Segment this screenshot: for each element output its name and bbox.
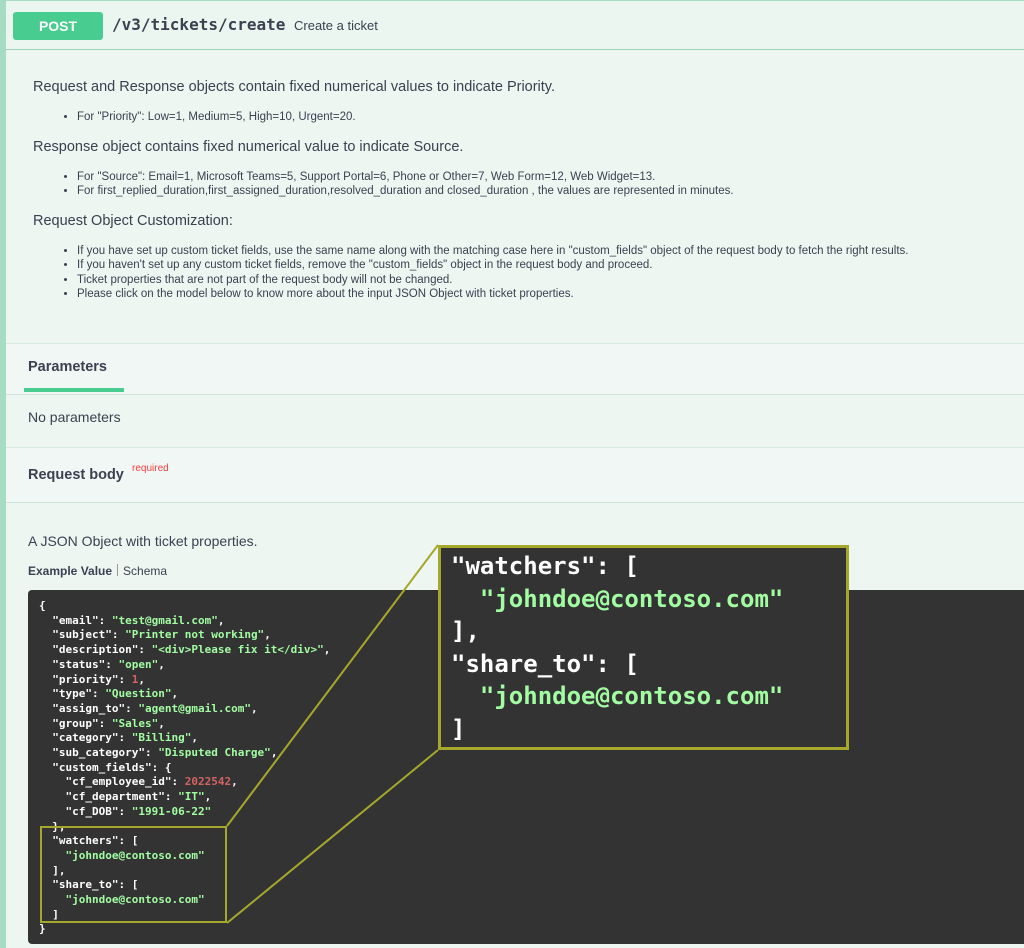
- example-schema-tabs: Example Value Schema: [28, 564, 167, 578]
- tab-schema[interactable]: Schema: [123, 564, 167, 578]
- endpoint-path[interactable]: /v3/tickets/create: [112, 15, 285, 34]
- zoom-code-line: ]: [451, 714, 466, 743]
- code-line: "type": "Question",: [52, 687, 179, 701]
- highlight-box: [40, 826, 227, 923]
- tab-parameters[interactable]: Parameters: [28, 359, 107, 375]
- description-bullet: Ticket properties that are not part of t…: [77, 273, 1023, 288]
- operation-description: Request and Response objects contain fix…: [33, 79, 1023, 316]
- code-line: "group": "Sales",: [52, 716, 165, 730]
- code-line: "description": "<div>Please fix it</div>…: [52, 643, 331, 657]
- http-method-badge[interactable]: POST: [13, 12, 103, 40]
- active-tab-indicator: [24, 388, 124, 392]
- tab-separator: [117, 564, 119, 576]
- zoom-code-line: "johndoe@contoso.com": [479, 682, 784, 710]
- endpoint-summary[interactable]: Create a ticket: [294, 18, 378, 33]
- request-body-title: Request body: [28, 467, 124, 483]
- description-bullet: If you have set up custom ticket fields,…: [77, 244, 1023, 259]
- description-bullet: Please click on the model below to know …: [77, 287, 1023, 302]
- description-heading: Request and Response objects contain fix…: [33, 79, 556, 95]
- zoomed-code-callout: "watchers": [ "johndoe@contoso.com"], "sh…: [438, 545, 849, 750]
- required-marker: required: [132, 463, 169, 474]
- code-line: "subject": "Printer not working",: [52, 628, 271, 642]
- code-line: "sub_category": "Disputed Charge",: [52, 746, 278, 759]
- parameters-section-header: Parameters: [6, 343, 1024, 395]
- code-line: "category": "Billing",: [52, 731, 198, 745]
- code-line: "assign_to": "agent@gmail.com",: [52, 701, 258, 715]
- code-line: "cf_DOB": "1991-06-22": [65, 804, 212, 818]
- tab-example-value[interactable]: Example Value: [28, 564, 112, 578]
- code-line: "priority": 1,: [52, 672, 145, 686]
- code-line: {: [39, 599, 46, 612]
- description-list: For "Source": Email=1, Microsoft Teams=5…: [33, 170, 1023, 199]
- description-bullet: For "Source": Email=1, Microsoft Teams=5…: [77, 170, 1023, 185]
- operation-block: POST /v3/tickets/create Create a ticket …: [0, 0, 1024, 948]
- code-line: }: [39, 922, 46, 936]
- description-bullet: If you haven't set up any custom ticket …: [77, 258, 1023, 273]
- code-line: "email": "test@gmail.com",: [52, 613, 225, 627]
- operation-summary[interactable]: POST /v3/tickets/create Create a ticket: [6, 1, 1024, 50]
- description-bullet: For "Priority": Low=1, Medium=5, High=10…: [77, 110, 1023, 125]
- no-parameters-text: No parameters: [28, 409, 121, 425]
- request-body-section-header: Request body required: [6, 447, 1024, 503]
- zoom-code-line: "share_to": [: [451, 649, 639, 678]
- code-line: "cf_employee_id": 2022542,: [65, 775, 238, 789]
- description-bullet: For first_replied_duration,first_assigne…: [77, 184, 1023, 199]
- description-heading: Request Object Customization:: [33, 212, 233, 229]
- zoom-code-line: "watchers": [: [451, 552, 639, 580]
- code-line: "custom_fields": {: [52, 760, 172, 774]
- request-body-description: A JSON Object with ticket properties.: [28, 533, 258, 549]
- zoom-code-line: "johndoe@contoso.com": [479, 584, 784, 613]
- description-list: For "Priority": Low=1, Medium=5, High=10…: [33, 110, 1023, 125]
- code-line: "status": "open",: [52, 657, 165, 671]
- description-list: If you have set up custom ticket fields,…: [33, 244, 1023, 302]
- description-heading: Response object contains fixed numerical…: [33, 138, 464, 155]
- zoom-code-line: ],: [451, 617, 480, 645]
- code-line: "cf_department": "IT",: [65, 790, 212, 804]
